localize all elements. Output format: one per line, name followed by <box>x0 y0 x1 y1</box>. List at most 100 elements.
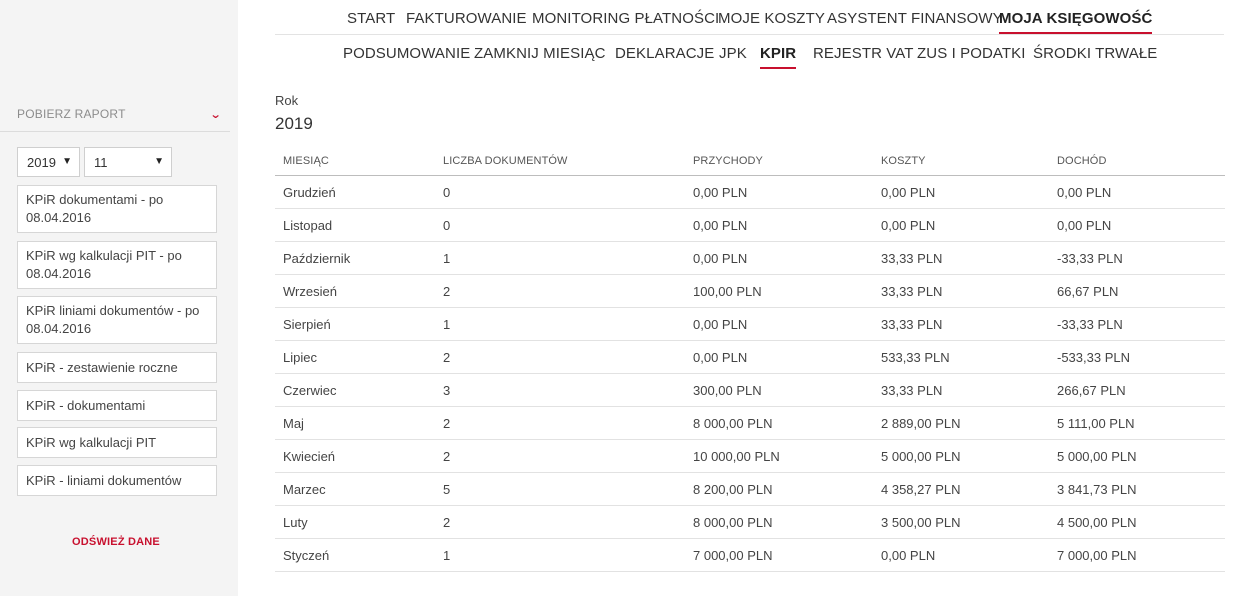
cell-income: 0,00 PLN <box>693 185 748 200</box>
cell-profit: -33,33 PLN <box>1057 251 1123 266</box>
cell-income: 100,00 PLN <box>693 284 762 299</box>
table-row: Lipiec 2 0,00 PLN 533,33 PLN -533,33 PLN <box>275 341 1225 374</box>
cell-profit: 0,00 PLN <box>1057 218 1112 233</box>
cell-costs: 533,33 PLN <box>881 350 950 365</box>
table-row: Marzec 5 8 200,00 PLN 4 358,27 PLN 3 841,73 … <box>275 473 1225 506</box>
report-button-kpir-pit-2016[interactable]: KPiR wg kalkulacji PIT - po 08.04.2016 <box>17 241 217 289</box>
cell-costs: 4 358,27 PLN <box>881 482 961 497</box>
tab-srodki-trwale[interactable]: ŚRODKI TRWAŁE <box>1033 45 1157 62</box>
tab-kpir[interactable]: KPIR <box>760 45 797 69</box>
cell-documents: 2 <box>443 350 451 365</box>
nav-fakturowanie[interactable]: FAKTUROWANIE <box>406 10 527 27</box>
cell-profit: 5 000,00 PLN <box>1057 449 1137 464</box>
month-select[interactable]: 11 ▼ <box>84 147 172 177</box>
nav-asystent-finansowy[interactable]: ASYSTENT FINANSOWY <box>827 10 1003 27</box>
report-button-label: KPiR - dokumentami <box>26 397 146 413</box>
cell-documents: 0 <box>443 185 451 200</box>
cell-profit: 7 000,00 PLN <box>1057 548 1137 563</box>
report-button-label: KPiR wg kalkulacji PIT <box>26 434 157 450</box>
tab-deklaracje[interactable]: DEKLARACJE <box>615 45 714 62</box>
cell-costs: 0,00 PLN <box>881 548 936 563</box>
tab-zus-i-podatki[interactable]: ZUS I PODATKI <box>917 45 1026 62</box>
sidebar: POBIERZ RAPORT ⌄ 2019 ▼ 11 ▼ KPiR dokume… <box>0 0 238 596</box>
cell-income: 8 000,00 PLN <box>693 416 773 431</box>
cell-documents: 2 <box>443 449 451 464</box>
report-dropdown-header[interactable]: POBIERZ RAPORT ⌄ <box>17 106 221 122</box>
tab-jpk[interactable]: JPK <box>719 45 747 62</box>
nav-divider <box>275 34 1224 35</box>
table-row: Luty 2 8 000,00 PLN 3 500,00 PLN 4 500,00 PL… <box>275 506 1225 539</box>
sidebar-divider <box>0 131 230 132</box>
main-nav: START FAKTUROWANIE MONITORING PŁATNOŚCI … <box>0 10 1244 34</box>
cell-costs: 33,33 PLN <box>881 317 943 332</box>
year-select[interactable]: 2019 ▼ <box>17 147 80 177</box>
table-row: Czerwiec 3 300,00 PLN 33,33 PLN 266,67 PLN <box>275 374 1225 407</box>
table-row: Wrzesień 2 100,00 PLN 33,33 PLN 66,67 PLN <box>275 275 1225 308</box>
nav-start[interactable]: START <box>347 10 395 27</box>
cell-month: Sierpień <box>283 317 331 332</box>
cell-profit: -533,33 PLN <box>1057 350 1130 365</box>
report-button-kpir-liniami-2016[interactable]: KPiR liniami dokumentów - po 08.04.2016 <box>17 296 217 344</box>
tab-rejestr-vat[interactable]: REJESTR VAT <box>813 45 914 62</box>
cell-costs: 33,33 PLN <box>881 284 943 299</box>
column-header-income: PRZYCHODY <box>693 155 763 167</box>
sub-nav: PODSUMOWANIE ZAMKNIJ MIESIĄC DEKLARACJE … <box>0 45 1244 69</box>
cell-documents: 1 <box>443 251 451 266</box>
cell-income: 300,00 PLN <box>693 383 762 398</box>
report-button-kpir-dokumentami[interactable]: KPiR - dokumentami <box>17 390 217 421</box>
cell-income: 0,00 PLN <box>693 218 748 233</box>
report-button-kpir-liniami[interactable]: KPiR - liniami dokumentów <box>17 465 217 496</box>
cell-profit: 0,00 PLN <box>1057 185 1112 200</box>
cell-documents: 2 <box>443 284 451 299</box>
cell-income: 10 000,00 PLN <box>693 449 780 464</box>
cell-income: 8 000,00 PLN <box>693 515 773 530</box>
column-header-profit: DOCHÓD <box>1057 155 1107 167</box>
cell-month: Styczeń <box>283 548 330 563</box>
cell-documents: 1 <box>443 548 451 563</box>
cell-income: 0,00 PLN <box>693 317 748 332</box>
cell-documents: 0 <box>443 218 451 233</box>
cell-income: 0,00 PLN <box>693 251 748 266</box>
year-value: 2019 <box>275 114 313 133</box>
nav-moje-koszty[interactable]: MOJE KOSZTY <box>718 10 825 27</box>
cell-documents: 5 <box>443 482 451 497</box>
chevron-down-icon[interactable]: ⌄ <box>209 108 221 121</box>
report-button-label: KPiR - liniami dokumentów <box>26 472 182 488</box>
year-label: Rok <box>275 93 299 108</box>
report-button-label: KPiR - zestawienie roczne <box>26 359 178 375</box>
cell-month: Grudzień <box>283 185 336 200</box>
report-button-label: KPiR wg kalkulacji PIT - po 08.04.2016 <box>26 248 182 281</box>
report-button-label: KPiR liniami dokumentów - po 08.04.2016 <box>26 303 200 336</box>
cell-profit: 5 111,00 PLN <box>1057 416 1135 431</box>
cell-profit: -33,33 PLN <box>1057 317 1123 332</box>
refresh-data-button[interactable]: ODŚWIEŻ DANE <box>0 536 232 548</box>
cell-costs: 2 889,00 PLN <box>881 416 961 431</box>
report-button-kpir-pit[interactable]: KPiR wg kalkulacji PIT <box>17 427 217 458</box>
report-button-kpir-roczne[interactable]: KPiR - zestawienie roczne <box>17 352 217 383</box>
cell-costs: 0,00 PLN <box>881 185 936 200</box>
cell-profit: 266,67 PLN <box>1057 383 1126 398</box>
table-row: Październik 1 0,00 PLN 33,33 PLN -33,33 PLN <box>275 242 1225 275</box>
cell-costs: 0,00 PLN <box>881 218 936 233</box>
tab-podsumowanie[interactable]: PODSUMOWANIE <box>343 45 470 62</box>
cell-month: Marzec <box>283 482 326 497</box>
select-arrow-icon: ▼ <box>154 156 164 167</box>
cell-month: Maj <box>283 416 304 431</box>
column-header-documents: LICZBA DOKUMENTÓW <box>443 155 568 167</box>
table-row: Listopad 0 0,00 PLN 0,00 PLN 0,00 PLN <box>275 209 1225 242</box>
select-arrow-icon: ▼ <box>62 156 72 167</box>
cell-costs: 3 500,00 PLN <box>881 515 961 530</box>
cell-month: Luty <box>283 515 308 530</box>
nav-monitoring-platnosci[interactable]: MONITORING PŁATNOŚCI <box>532 10 719 27</box>
cell-documents: 2 <box>443 515 451 530</box>
table-row: Maj 2 8 000,00 PLN 2 889,00 PLN 5 111,00 PLN <box>275 407 1225 440</box>
month-select-value: 11 <box>94 154 108 170</box>
report-button-kpir-dokumentami-2016[interactable]: KPiR dokumentami - po 08.04.2016 <box>17 185 217 233</box>
tab-zamknij-miesiac[interactable]: ZAMKNIJ MIESIĄC <box>474 45 606 62</box>
nav-moja-ksiegowosc[interactable]: MOJA KSIĘGOWOŚĆ <box>999 10 1153 34</box>
cell-income: 7 000,00 PLN <box>693 548 773 563</box>
cell-profit: 4 500,00 PLN <box>1057 515 1137 530</box>
cell-costs: 33,33 PLN <box>881 383 943 398</box>
cell-month: Listopad <box>283 218 333 233</box>
cell-month: Czerwiec <box>283 383 337 398</box>
